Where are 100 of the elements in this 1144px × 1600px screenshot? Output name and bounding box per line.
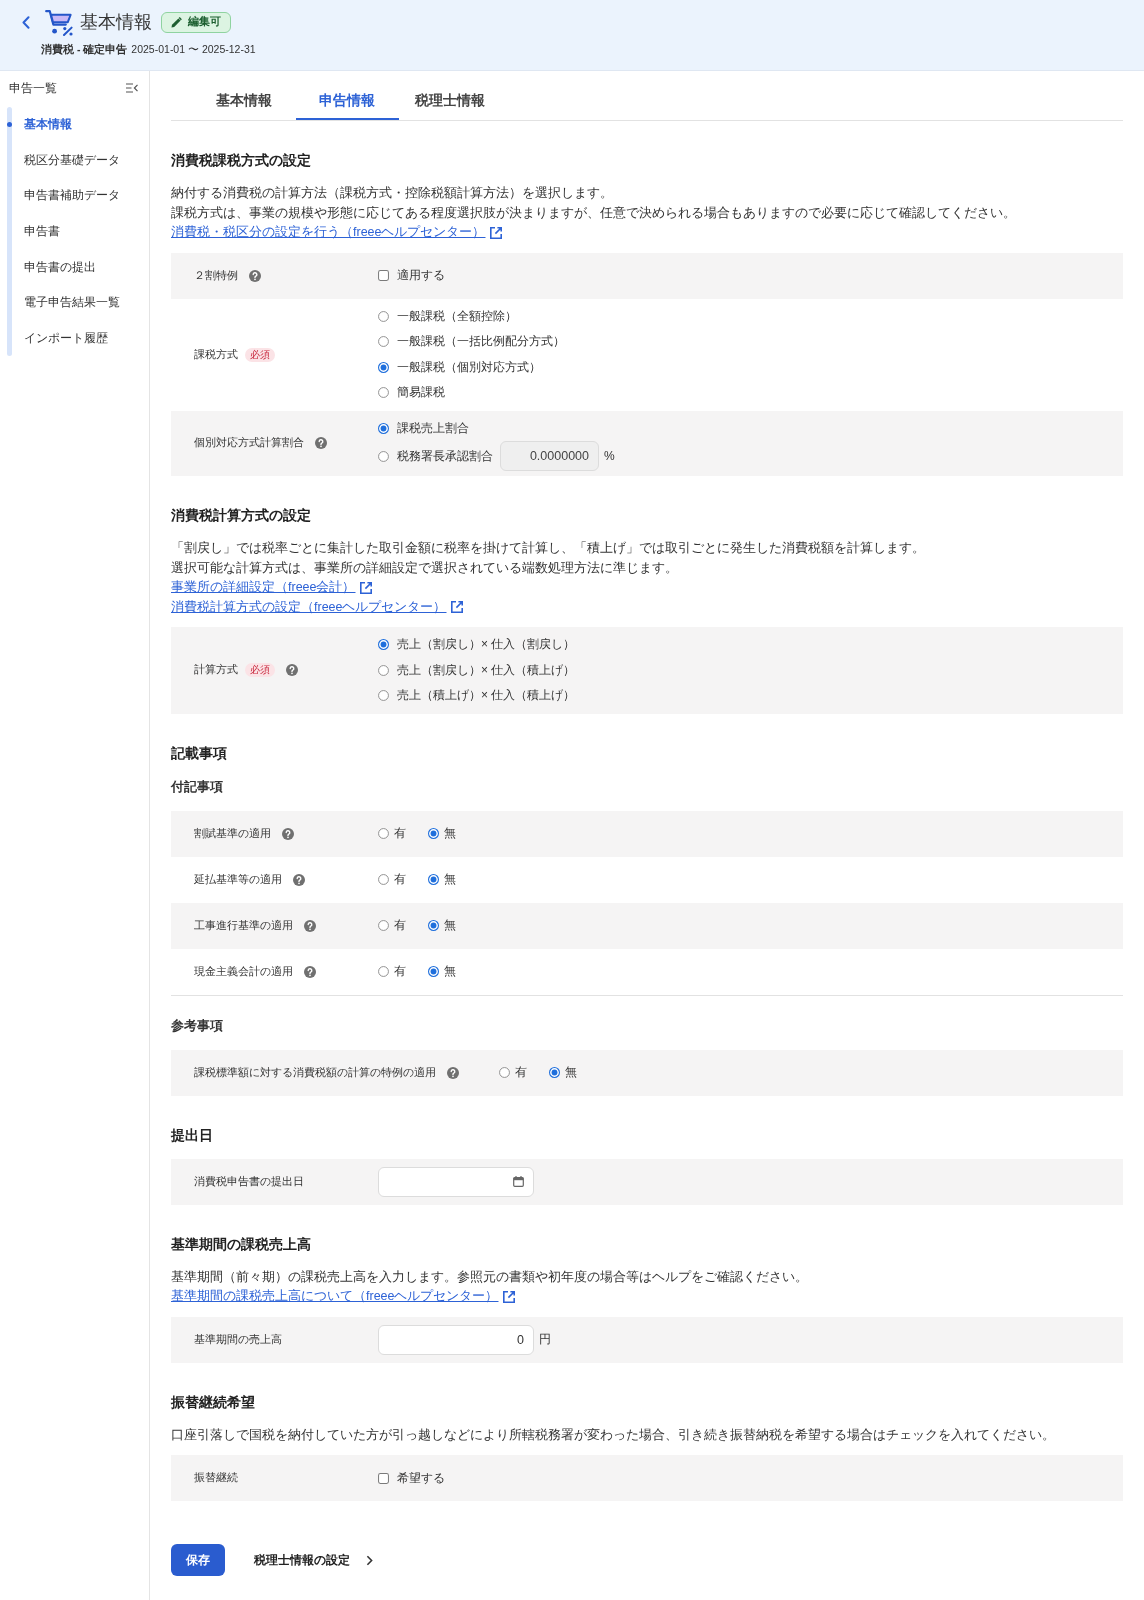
field-label: 振替継続: [194, 1471, 238, 1485]
sidebar-item[interactable]: 電子申告結果一覧: [12, 284, 149, 321]
return-list-link[interactable]: 申告一覧: [9, 79, 57, 97]
external-link-icon: [358, 580, 373, 595]
shopping-cart-icon: [45, 8, 73, 36]
option-label[interactable]: 無: [444, 825, 456, 842]
option-label[interactable]: 無: [444, 917, 456, 934]
option-label[interactable]: 有: [394, 825, 406, 842]
collapse-sidebar-icon[interactable]: [126, 83, 138, 93]
help-link[interactable]: 事業所の詳細設定（freee会計）: [171, 578, 373, 598]
tab[interactable]: 基本情報: [192, 84, 296, 120]
checkbox[interactable]: [378, 1472, 389, 1484]
radio-button[interactable]: [378, 422, 389, 434]
section-title: 記載事項: [171, 743, 228, 763]
sidebar-item[interactable]: 申告書補助データ: [12, 178, 149, 214]
field-label: 課税標準額に対する消費税額の計算の特例の適用: [194, 1065, 436, 1080]
radio-button[interactable]: [499, 1067, 510, 1078]
radio-button[interactable]: [378, 639, 389, 651]
option-label[interactable]: 売上（積上げ）× 仕入（積上げ）: [397, 687, 576, 705]
option-label[interactable]: 一般課税（全額控除）: [397, 307, 517, 325]
section-title: 消費税課税方式の設定: [171, 151, 312, 170]
next-link[interactable]: 税理士情報の設定: [254, 1551, 373, 1569]
radio-button[interactable]: [378, 664, 389, 676]
description-text: 選択可能な計算方式は、事業所の詳細設定で選択されている端数処理方法に準じます。: [171, 559, 679, 577]
radio-button[interactable]: [428, 828, 439, 839]
radio-button[interactable]: [378, 310, 389, 322]
radio-button[interactable]: [378, 690, 389, 702]
radio-button[interactable]: [378, 828, 389, 839]
tab[interactable]: 税理士情報: [398, 84, 502, 120]
calendar-icon: [513, 1176, 524, 1187]
section-title: 提出日: [171, 1125, 214, 1145]
option-label[interactable]: 一般課税（個別対応方式）: [397, 358, 541, 376]
option-label[interactable]: 適用する: [397, 267, 445, 284]
option-label[interactable]: 課税売上割合: [397, 419, 469, 437]
help-icon[interactable]: [249, 269, 261, 282]
field-label: 延払基準等の適用: [194, 872, 282, 887]
option-label[interactable]: 売上（割戻し）× 仕入（割戻し）: [397, 636, 576, 654]
radio-button[interactable]: [378, 874, 389, 885]
help-icon[interactable]: [293, 873, 305, 886]
option-label[interactable]: 無: [565, 1064, 577, 1081]
required-tag: 必須: [245, 663, 275, 678]
description-text: 納付する消費税の計算方法（課税方式・控除税額計算方法）を選択します。: [171, 185, 614, 202]
option-label[interactable]: 希望する: [397, 1469, 445, 1487]
external-link-icon: [501, 1289, 516, 1304]
field-label: 割賦基準の適用: [194, 826, 271, 841]
help-icon[interactable]: [447, 1066, 459, 1079]
subsection-title: 参考事項: [171, 1017, 224, 1035]
radio-button[interactable]: [378, 966, 389, 977]
radio-button[interactable]: [549, 1067, 560, 1078]
option-label[interactable]: 有: [515, 1064, 527, 1081]
help-icon[interactable]: [315, 437, 327, 450]
radio-button[interactable]: [428, 966, 439, 977]
radio-button[interactable]: [378, 387, 389, 399]
field-label: 消費税申告書の提出日: [194, 1174, 304, 1189]
option-label[interactable]: 一般課税（一括比例配分方式）: [397, 333, 565, 351]
option-label[interactable]: 有: [394, 917, 406, 934]
help-link[interactable]: 基準期間の課税売上高について（freeeヘルプセンター）: [171, 1287, 516, 1307]
description-text: 基準期間（前々期）の課税売上高を入力します。参照元の書類や初年度の場合等はヘルプをご確認ください。: [171, 1268, 809, 1286]
radio-button[interactable]: [378, 361, 389, 373]
option-label[interactable]: 有: [394, 963, 406, 980]
description-text: 「割戻し」では税率ごとに集計した取引金額に税率を掛けて計算し、「積上げ」では取引ごとに発生した消費税額を計算します。: [171, 540, 926, 557]
field-label: 課税方式: [194, 347, 238, 362]
external-link-icon: [449, 600, 464, 615]
checkbox[interactable]: [378, 270, 389, 281]
radio-button[interactable]: [378, 920, 389, 931]
date-field[interactable]: [378, 1166, 534, 1197]
help-icon[interactable]: [304, 965, 316, 978]
help-icon[interactable]: [304, 919, 316, 932]
external-link-icon: [488, 225, 503, 240]
sidebar-item[interactable]: 申告書の提出: [12, 249, 149, 285]
field-label: 個別対応方式計算割合: [194, 436, 304, 451]
amount-field[interactable]: 0: [378, 1324, 534, 1355]
sidebar-item[interactable]: 申告書: [12, 213, 149, 250]
section-title: 振替継続希望: [171, 1392, 256, 1412]
radio-button[interactable]: [428, 920, 439, 931]
option-label[interactable]: 有: [394, 871, 406, 888]
option-label[interactable]: 売上（割戻し）× 仕入（積上げ）: [397, 661, 576, 679]
save-button[interactable]: 保存: [171, 1544, 225, 1576]
field-label: 計算方式: [194, 663, 238, 678]
radio-button[interactable]: [428, 874, 439, 885]
help-icon[interactable]: [282, 827, 294, 840]
help-icon[interactable]: [286, 664, 298, 677]
section-title: 消費税計算方式の設定: [171, 506, 312, 525]
sidebar-item[interactable]: 基本情報: [12, 107, 149, 143]
period-text: 2025-01-01 〜 2025-12-31: [131, 42, 256, 56]
help-link[interactable]: 消費税・税区分の設定を行う（freeeヘルプセンター）: [171, 223, 503, 243]
option-label[interactable]: 簡易課税: [397, 384, 445, 402]
radio-button[interactable]: [378, 336, 389, 348]
help-link[interactable]: 消費税計算方式の設定（freeeヘルプセンター）: [171, 597, 464, 617]
radio-button[interactable]: [378, 450, 389, 462]
option-label[interactable]: 税務署長承認割合: [397, 447, 493, 465]
sidebar-item[interactable]: 税区分基礎データ: [12, 142, 149, 179]
field-label: 基準期間の売上高: [194, 1332, 282, 1347]
option-label[interactable]: 無: [444, 963, 456, 980]
status-text: 編集可: [188, 15, 221, 29]
tab[interactable]: 申告情報: [295, 84, 399, 120]
sidebar-item[interactable]: インポート履歴: [12, 320, 149, 357]
option-label[interactable]: 無: [444, 871, 456, 888]
subsection-title: 付記事項: [171, 778, 224, 796]
return-type: 消費税 - 確定申告: [41, 42, 128, 56]
